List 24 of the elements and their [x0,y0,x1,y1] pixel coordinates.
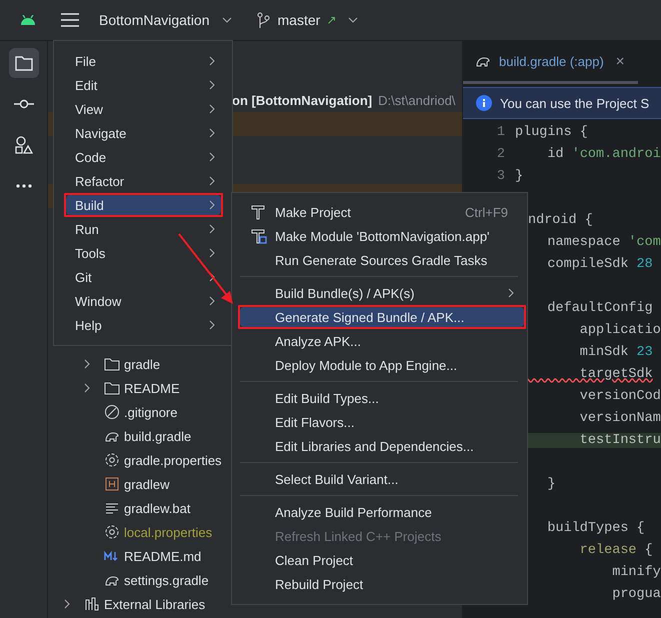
code-line: applicatio [578,322,661,338]
code-line: compileSdk 28 [546,256,653,272]
banner-text: You can use the Project S [500,96,650,110]
code-line: minify [611,564,661,580]
line-number: 2 [496,146,505,162]
code-line: buildTypes { [546,520,645,536]
code-line: targetSdk [578,366,653,382]
code-line: defaultConfig [546,300,653,316]
code-line: minSdk 23 [578,344,653,360]
code-line: progua [611,586,661,602]
project-path: D:\st\andriod\ [378,92,456,108]
code-line: id 'com.androi [546,146,661,162]
code-line: plugins { [515,124,588,140]
code-line: ndroid { [527,212,593,228]
code-line: namespace 'com [546,234,661,250]
line-number: 1 [496,124,505,140]
code-line: } [515,168,524,184]
code-line: release { [578,542,653,558]
code-line: versionNam [578,410,661,426]
code-line: } [546,476,556,492]
shortcut-text: Ctrl+F9 [465,204,508,220]
project-name: on [BottomNavigation] [232,92,372,108]
line-number: 3 [496,168,505,184]
code-line: versionCod [578,388,661,404]
